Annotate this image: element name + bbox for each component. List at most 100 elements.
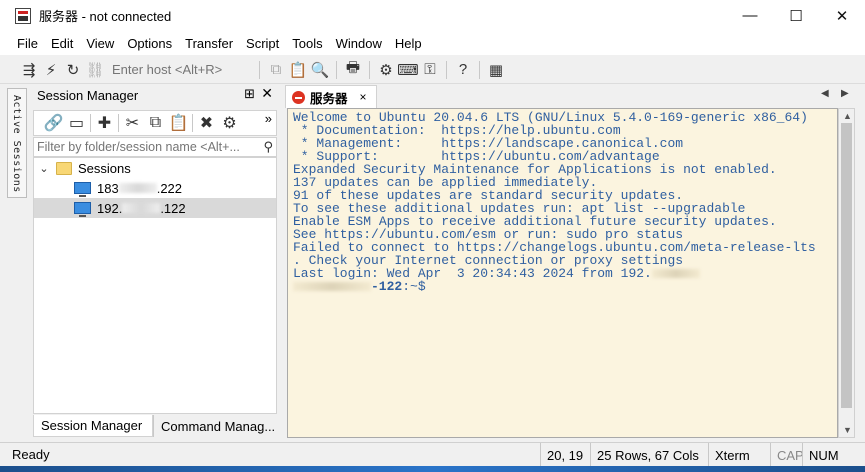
app-icon xyxy=(15,7,31,24)
tab-session-manager[interactable]: Session Manager xyxy=(33,415,153,437)
prompt-host-suffix: -122 xyxy=(371,279,403,294)
disconnect-icon[interactable]: ⛓ xyxy=(84,59,106,81)
title-bar: 服务器 - not connected — ☐ ✕ xyxy=(0,0,865,31)
session-1-prefix: 183 xyxy=(97,180,119,196)
toolbar-separator xyxy=(369,60,370,79)
search-icon[interactable]: ⚲ xyxy=(263,139,273,155)
tree-item-session-2[interactable]: 192. .122 xyxy=(34,198,276,218)
properties-icon[interactable]: ⚙ xyxy=(218,112,241,134)
main-toolbar: ⇶ ⚡ ↻ ⛓ ⧉ 📋 🔍 🖶 ⚙ ⌨ ⚿ ? ▦ xyxy=(0,56,865,84)
tab-command-manager[interactable]: Command Manag... xyxy=(153,415,277,437)
menu-transfer[interactable]: Transfer xyxy=(185,36,233,51)
link-icon[interactable]: 🔗 xyxy=(42,112,65,134)
paste-session-icon[interactable]: 📋 xyxy=(167,112,190,134)
sftp-icon[interactable]: ▦ xyxy=(485,59,507,81)
more-icon[interactable]: » xyxy=(265,111,272,126)
key-icon[interactable]: ⚿ xyxy=(419,59,441,81)
last-login-text: Last login: Wed Apr 3 20:34:43 2024 from… xyxy=(293,266,652,281)
toolbar-separator xyxy=(90,114,91,132)
session-filter-input[interactable] xyxy=(34,138,254,156)
redacted-mark xyxy=(651,269,700,279)
redacted-mark xyxy=(293,282,371,292)
keymap-icon[interactable]: ⌨ xyxy=(397,59,419,81)
new-window-icon[interactable]: ▭ xyxy=(65,112,88,134)
menu-window[interactable]: Window xyxy=(336,36,382,51)
session-manager-toolbar: 🔗 ▭ ✚ ✂ ⧉ 📋 ✖ ⚙ » xyxy=(33,110,277,136)
terminal-screen[interactable]: Welcome to Ubuntu 20.04.6 LTS (GNU/Linux… xyxy=(287,108,838,438)
toolbar-separator xyxy=(479,60,480,79)
terminal-tab-label: 服务器 xyxy=(310,91,348,106)
session-manager-title: Session Manager xyxy=(37,87,139,103)
pin-icon[interactable]: ⊞ xyxy=(244,86,255,102)
session-manager-panel: Session Manager ⊞ ✕ 🔗 ▭ ✚ ✂ ⧉ 📋 ✖ ⚙ » ⚲ … xyxy=(31,84,279,440)
toolbar-separator xyxy=(118,114,119,132)
menu-file[interactable]: File xyxy=(17,36,38,51)
active-sessions-label: Active Sessions xyxy=(11,95,22,193)
maximize-button[interactable]: ☐ xyxy=(773,0,819,31)
terminal-tab-bar: 服务器 × ◀ ▶ xyxy=(285,84,859,108)
delete-icon[interactable]: ✖ xyxy=(195,112,218,134)
monitor-icon xyxy=(74,202,91,217)
help-icon[interactable]: ? xyxy=(452,59,474,81)
menu-tools[interactable]: Tools xyxy=(292,36,322,51)
menu-script[interactable]: Script xyxy=(246,36,279,51)
status-terminal-size: 25 Rows, 67 Cols xyxy=(590,443,708,467)
toolbar-separator xyxy=(336,60,337,79)
status-bar: Ready 20, 19 25 Rows, 67 Cols Xterm CAP … xyxy=(0,442,865,467)
tab-scroll-left-icon[interactable]: ◀ xyxy=(821,88,829,99)
tree-folder-label: Sessions xyxy=(78,160,131,176)
redacted-mark xyxy=(118,183,157,193)
session-filter: ⚲ xyxy=(33,137,277,157)
desktop-background xyxy=(0,466,865,472)
menu-view[interactable]: View xyxy=(86,36,114,51)
status-num-lock: NUM xyxy=(802,443,842,467)
copy-icon[interactable]: ⧉ xyxy=(265,59,287,81)
print-icon[interactable]: 🖶 xyxy=(342,59,364,81)
chevron-down-icon[interactable]: ⌄ xyxy=(36,162,52,175)
tab-scroll-right-icon[interactable]: ▶ xyxy=(841,88,849,99)
close-button[interactable]: ✕ xyxy=(819,0,865,31)
status-ready: Ready xyxy=(12,447,50,462)
tree-folder-sessions[interactable]: ⌄ Sessions xyxy=(36,158,274,178)
quick-connect-icon[interactable]: ⚡ xyxy=(40,59,62,81)
status-cursor-position: 20, 19 xyxy=(540,443,590,467)
active-sessions-tab[interactable]: Active Sessions xyxy=(7,88,27,198)
session-manager-tabs: Session Manager Command Manag... xyxy=(33,415,277,439)
session-1-suffix: .222 xyxy=(156,180,183,196)
status-caps-lock: CAP xyxy=(770,443,804,467)
session-manager-header: Session Manager ⊞ ✕ xyxy=(31,84,279,106)
terminal-area: 服务器 × ◀ ▶ Welcome to Ubuntu 20.04.6 LTS … xyxy=(285,84,859,440)
monitor-icon xyxy=(74,182,91,197)
scroll-down-icon[interactable]: ▼ xyxy=(843,425,852,435)
host-input[interactable] xyxy=(106,59,254,80)
session-tree: ⌄ Sessions 183 .222 192. .122 xyxy=(33,157,277,414)
status-emulation: Xterm xyxy=(708,443,770,467)
close-panel-icon[interactable]: ✕ xyxy=(261,85,273,102)
redacted-mark xyxy=(122,203,161,213)
find-icon[interactable]: 🔍 xyxy=(309,59,331,81)
toolbar-separator xyxy=(192,114,193,132)
window-controls: — ☐ ✕ xyxy=(727,0,865,31)
add-session-icon[interactable]: ✚ xyxy=(93,112,116,134)
copy-session-icon[interactable]: ⧉ xyxy=(144,112,167,134)
minimize-button[interactable]: — xyxy=(727,0,773,31)
disconnected-icon xyxy=(292,90,305,104)
menu-options[interactable]: Options xyxy=(127,36,172,51)
toolbar-separator xyxy=(446,60,447,79)
close-tab-icon[interactable]: × xyxy=(360,90,367,104)
paste-icon[interactable]: 📋 xyxy=(287,59,309,81)
securecrt-window: 服务器 - not connected — ☐ ✕ File Edit View… xyxy=(0,0,865,467)
menu-edit[interactable]: Edit xyxy=(51,36,73,51)
terminal-scrollbar[interactable]: ▲ ▼ xyxy=(838,108,855,438)
scroll-up-icon[interactable]: ▲ xyxy=(843,111,852,121)
prompt-tail: :~$ xyxy=(402,279,426,294)
scrollbar-thumb[interactable] xyxy=(841,123,852,408)
menu-help[interactable]: Help xyxy=(395,36,422,51)
connect-bar-icon[interactable]: ⇶ xyxy=(18,59,40,81)
toolbar-separator xyxy=(259,60,260,79)
tree-item-session-1[interactable]: 183 .222 xyxy=(34,178,276,198)
settings-icon[interactable]: ⚙ xyxy=(375,59,397,81)
terminal-tab[interactable]: 服务器 × xyxy=(285,85,377,108)
cut-icon[interactable]: ✂ xyxy=(121,112,144,134)
reconnect-icon[interactable]: ↻ xyxy=(62,59,84,81)
